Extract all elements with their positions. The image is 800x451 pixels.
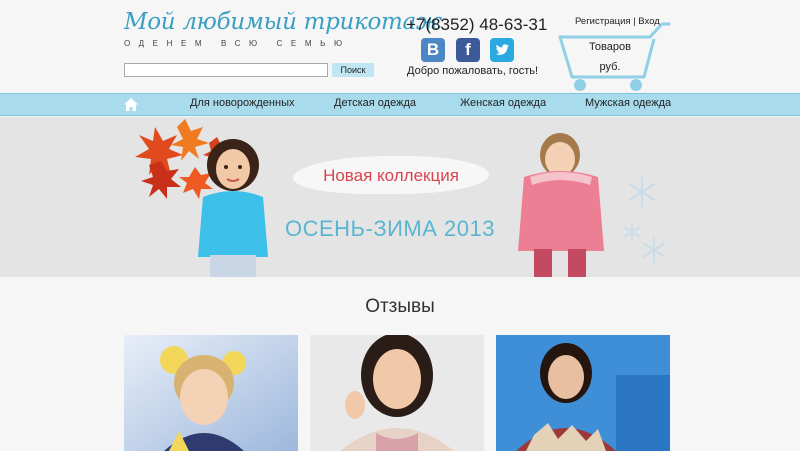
logo-title[interactable]: Мой любимый трикотаж [124,9,442,35]
page: Мой любимый трикотаж ОДЕНЕМ ВСЮ СЕМЬЮ По… [0,0,800,451]
nav-item-men[interactable]: Мужская одежда [585,97,671,109]
twitter-bird-icon [495,44,509,55]
vk-icon[interactable]: B [421,38,445,62]
search-input[interactable] [124,63,328,77]
girl-pink-jacket-image [518,133,604,277]
welcome-text: Добро пожаловать, гость! [407,65,539,77]
nav-item-newborn[interactable]: Для новорожденных [190,97,294,109]
banner-season: ОСЕНЬ-ЗИМА 2013 [285,216,495,241]
review-photo-3[interactable] [496,335,670,451]
search-button[interactable]: Поиск [332,63,374,77]
review-photo-1[interactable] [124,335,298,451]
reviews-title: Отзывы [365,296,435,317]
cart-items-label: Товаров [589,41,631,53]
header: Мой любимый трикотаж ОДЕНЕМ ВСЮ СЕМЬЮ По… [0,0,800,93]
girl-blue-sweater-image [198,139,268,277]
logo-subtitle: ОДЕНЕМ ВСЮ СЕМЬЮ [124,39,351,48]
snowflakes-image [622,177,666,263]
banner-title: Новая коллекция [323,166,459,185]
review-photo-2[interactable] [310,335,484,451]
nav-item-women[interactable]: Женская одежда [460,97,546,109]
main-nav: Для новорожденных Детская одежда Женская… [0,93,800,116]
twitter-icon[interactable] [490,38,514,62]
home-icon[interactable] [123,97,139,112]
phone-number: +7(8352) 48-63-31 [406,15,548,34]
promo-banner[interactable]: Новая коллекция ОСЕНЬ-ЗИМА 2013 [0,117,800,277]
cart-sum-label: руб. [599,61,621,73]
nav-item-kids[interactable]: Детская одежда [334,97,416,109]
cart-icon[interactable] [558,22,672,94]
facebook-icon[interactable]: f [456,38,480,62]
